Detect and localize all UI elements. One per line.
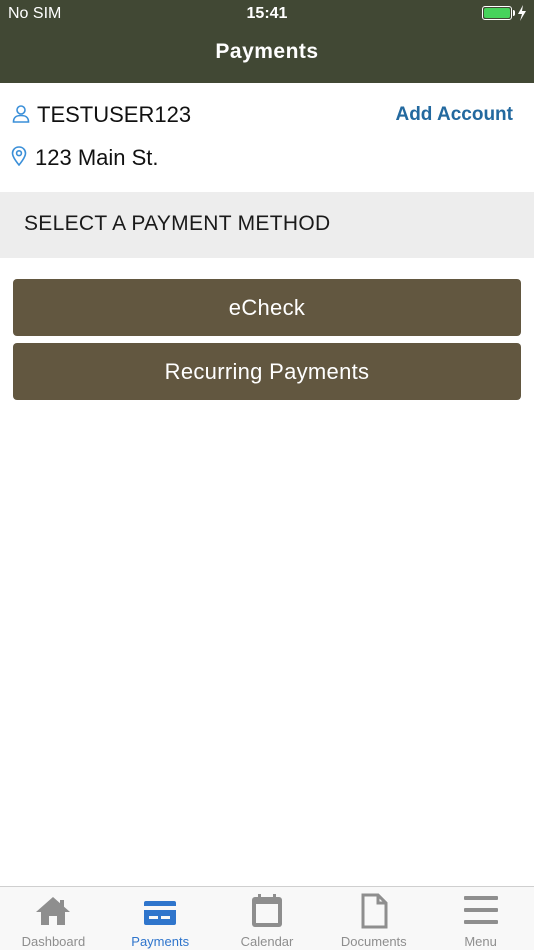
account-address: 123 Main St.: [35, 145, 159, 170]
tab-bar: Dashboard Payments Calendar Documents Me…: [0, 886, 534, 950]
location-pin-icon: [11, 146, 27, 166]
credit-card-icon: [144, 901, 177, 925]
tab-label-menu: Menu: [464, 934, 497, 949]
header: No SIM 15:41 Payments: [0, 0, 534, 83]
status-bar: No SIM 15:41: [0, 0, 534, 28]
battery-icon: [482, 6, 515, 20]
payment-method-section-header: SELECT A PAYMENT METHOD: [0, 192, 534, 258]
tab-label-dashboard: Dashboard: [21, 934, 86, 949]
hamburger-menu-icon: [463, 896, 498, 924]
status-time: 15:41: [246, 5, 288, 22]
document-icon: [361, 893, 388, 929]
tab-calendar[interactable]: Calendar: [214, 887, 321, 950]
battery-level: [484, 8, 510, 18]
user-icon: [12, 105, 30, 123]
calendar-icon: [251, 894, 282, 927]
address-row: 123 Main St.: [0, 140, 534, 176]
account-row: TESTUSER123 Add Account: [0, 97, 534, 133]
house-icon: [36, 897, 71, 925]
tab-label-payments: Payments: [131, 934, 190, 949]
section-title: SELECT A PAYMENT METHOD: [24, 212, 331, 235]
tab-menu[interactable]: Menu: [427, 887, 534, 950]
tab-label-calendar: Calendar: [240, 934, 294, 949]
tab-documents[interactable]: Documents: [320, 887, 427, 950]
recurring-payments-button[interactable]: Recurring Payments: [13, 343, 521, 400]
add-account-link[interactable]: Add Account: [395, 104, 513, 126]
account-username: TESTUSER123: [37, 102, 192, 127]
charging-bolt-icon: [518, 5, 526, 21]
tab-payments[interactable]: Payments: [107, 887, 214, 950]
tab-dashboard[interactable]: Dashboard: [0, 887, 107, 950]
page-title: Payments: [215, 40, 319, 63]
echeck-button[interactable]: eCheck: [13, 279, 521, 336]
tab-label-documents: Documents: [340, 934, 407, 949]
